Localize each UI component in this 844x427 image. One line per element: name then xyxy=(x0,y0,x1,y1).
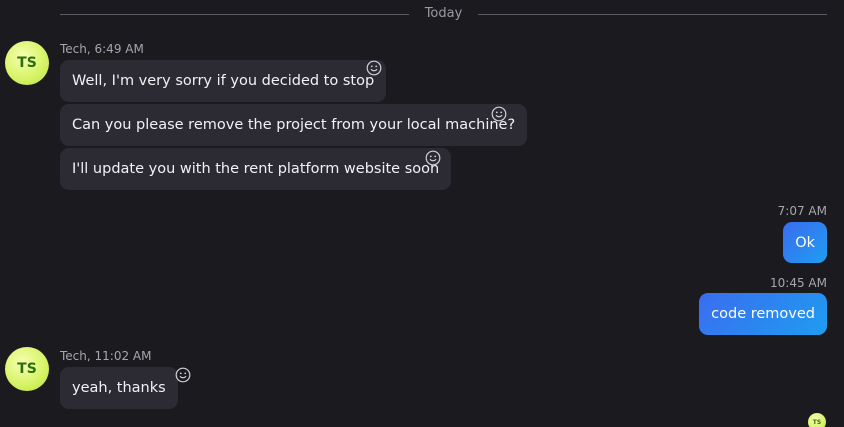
read-receipt-avatar: TS xyxy=(808,413,826,427)
divider-line xyxy=(60,13,409,15)
outgoing-message-bubble[interactable]: code removed xyxy=(699,293,827,335)
avatar[interactable]: TS xyxy=(5,41,49,85)
smiley-icon[interactable] xyxy=(175,367,191,383)
avatar[interactable]: TS xyxy=(5,347,49,391)
message-sender-time: Tech, 6:49 AM xyxy=(60,42,144,56)
smiley-icon[interactable] xyxy=(425,150,441,166)
message-time: 7:07 AM xyxy=(777,204,827,218)
message-bubble[interactable]: Can you please remove the project from y… xyxy=(60,104,528,146)
smiley-icon[interactable] xyxy=(366,60,382,76)
outgoing-message-bubble[interactable]: Ok xyxy=(783,222,827,263)
message-bubble[interactable]: Well, I'm very sorry if you decided to s… xyxy=(60,60,387,102)
divider-line xyxy=(478,13,828,15)
chat-window: Today TS Tech, 6:49 AM Well, I'm very so… xyxy=(0,0,844,427)
smiley-icon[interactable] xyxy=(491,106,507,122)
message-bubble[interactable]: I'll update you with the rent platform w… xyxy=(60,148,452,190)
message-sender-time: Tech, 11:02 AM xyxy=(60,349,152,363)
date-divider: Today xyxy=(60,5,828,23)
message-bubble[interactable]: yeah, thanks xyxy=(60,367,178,409)
date-divider-label: Today xyxy=(424,6,463,21)
message-time: 10:45 AM xyxy=(770,276,827,290)
